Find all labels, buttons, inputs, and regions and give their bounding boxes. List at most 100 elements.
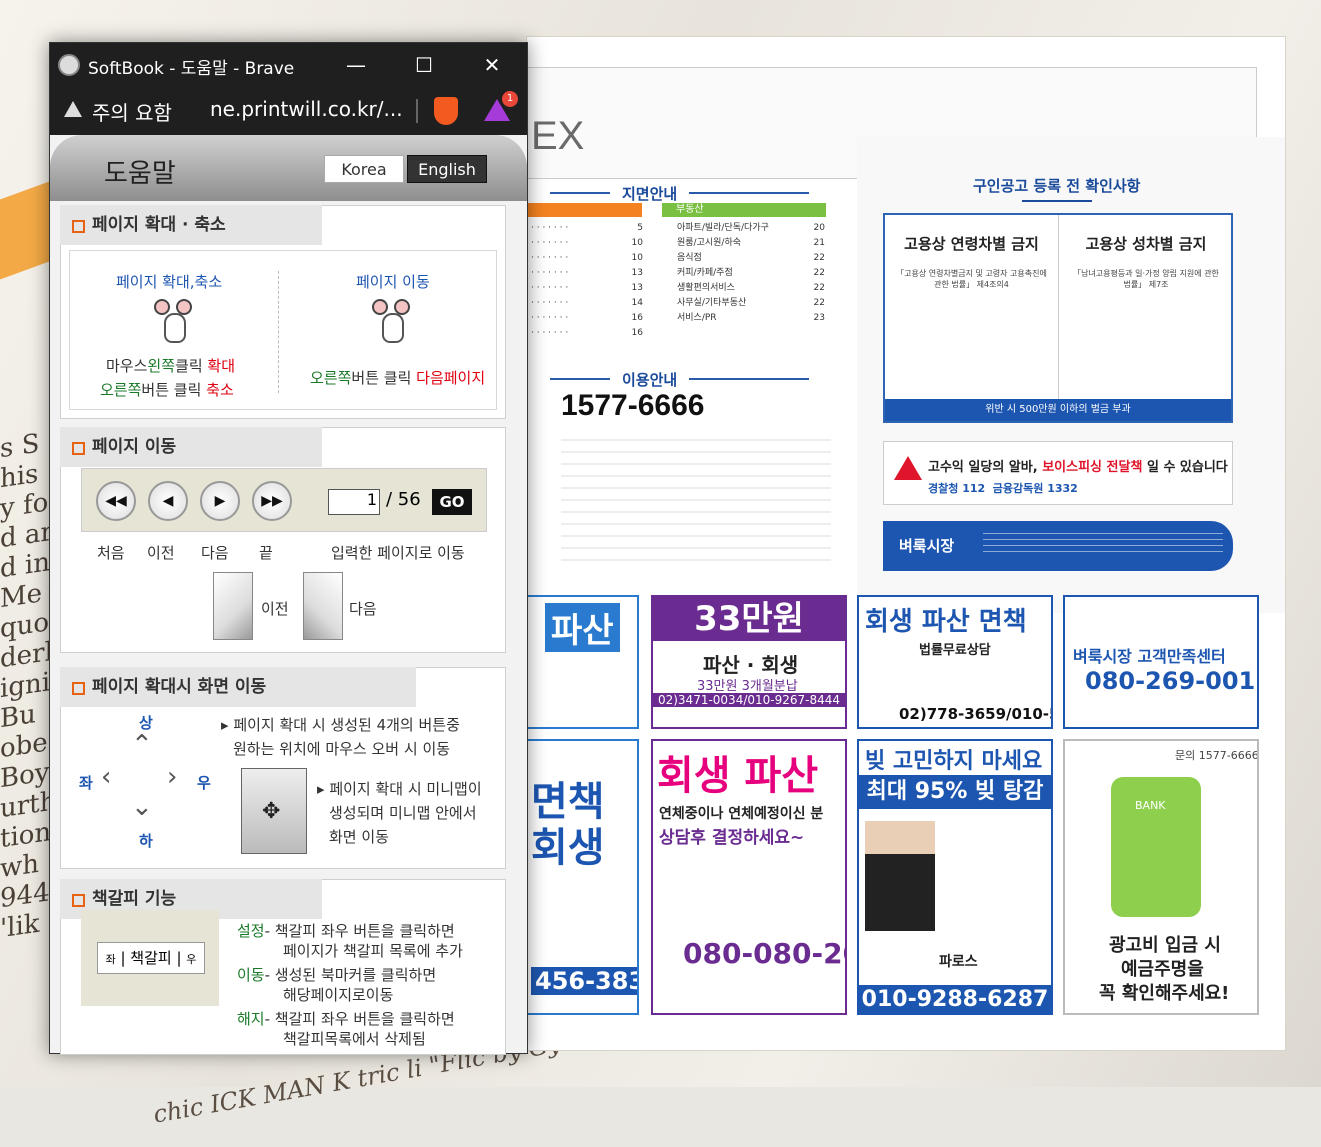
index-right-list: 아파트/빌라/단독/다가구20원룸/고시원/하숙21음식점22커피/카페/주점2… [677, 221, 825, 326]
first-page-button[interactable]: ◀◀ [96, 481, 136, 521]
window-title: SoftBook - 도움말 - Brave [88, 54, 294, 79]
address-bar[interactable]: 주의 요함 ne.printwill.co.kr/... 1 [50, 87, 527, 135]
page-nav-bar: ◀◀ ◀ ▶ ▶▶ 1 / 56 GO [81, 468, 487, 532]
pan-desc2-line3: 화면 이동 [329, 826, 389, 847]
url-text[interactable]: ne.printwill.co.kr/... [210, 97, 403, 121]
window-titlebar[interactable]: SoftBook - 도움말 - Brave — ☐ ✕ [50, 43, 527, 87]
notice-column: 구인공고 등록 전 확인사항 고용상 연령차별 금지 「고용상 연령차별금지 및… [857, 137, 1286, 613]
pan-down-icon: ⌄ [131, 792, 153, 822]
maximize-button[interactable]: ☐ [400, 49, 448, 81]
bookmark-move-line1: 이동- 생성된 북마커를 클릭하면 [237, 964, 436, 985]
zoom-left-line2: 오른쪽버튼 클릭 축소 [100, 379, 234, 400]
ad5-title-b: 회생 [531, 815, 605, 873]
ad8-line2: 예금주명을 [1121, 955, 1204, 981]
last-page-button[interactable]: ▶▶ [252, 481, 292, 521]
brave-shields-icon[interactable] [434, 97, 458, 125]
help-title: 도움말 [104, 153, 176, 190]
market-banner-text [983, 533, 1223, 557]
warning-icon [894, 456, 922, 480]
globe-icon [58, 54, 80, 76]
bookmark-button[interactable]: 좌 | 책갈피 | 우 [97, 942, 205, 974]
ad-rehab-bankrupt: 회생 파산 연체중이나 연체예정이신 분 상담후 결정하세요~ 080-080-… [651, 739, 847, 1015]
page-number-input[interactable]: 1 [328, 489, 380, 515]
index-left-row: · · · · · · ·13 [531, 266, 643, 281]
index-heading: 지면안내 [622, 183, 677, 204]
fine-banner: 위반 시 500만원 이하의 벌금 부과 [885, 399, 1231, 421]
ad8-contact: 문의 1577-6666 [1175, 747, 1259, 763]
phone-illustration [1111, 777, 1201, 917]
notice-title: 구인공고 등록 전 확인사항 [973, 175, 1140, 202]
index-right-row: 사무실/기타부동산22 [677, 296, 825, 311]
ad2-mid: 파산 · 회생 [703, 649, 798, 678]
zoom-divider [278, 271, 279, 393]
close-button[interactable]: ✕ [468, 49, 516, 81]
pan-desc1-line1: ▸ 페이지 확대 시 생성된 4개의 버튼중 [221, 714, 460, 735]
ad5-phone: 456-3831 [531, 967, 639, 995]
prev-page-button[interactable]: ◀ [148, 481, 188, 521]
bookmark-del-line2: 책갈피목록에서 삭제됨 [283, 1028, 426, 1049]
index-right-row: 아파트/빌라/단독/다가구20 [677, 221, 825, 236]
go-button[interactable]: GO [432, 489, 472, 515]
gender-title: 고용상 성차별 금지 [1069, 233, 1223, 254]
page-total: / 56 [386, 489, 421, 510]
mouse-zoom-icon [154, 299, 194, 347]
ad-deposit-notice: 문의 1577-6666 BANK 광고비 입금 시 예금주명을 꼭 확인해주세… [1063, 739, 1259, 1015]
index-right-row: 서비스/PR23 [677, 311, 825, 326]
age-title: 고용상 연령차별 금지 [895, 233, 1048, 254]
index-right-row: 생활편의서비스22 [677, 281, 825, 296]
zoom-left-line1: 마우스왼쪽클릭 확대 [106, 355, 235, 376]
help-window: SoftBook - 도움말 - Brave — ☐ ✕ 주의 요함 ne.pr… [49, 42, 528, 1054]
zoom-right-line: 오른쪽버튼 클릭 다음페이지 [310, 367, 485, 388]
security-label[interactable]: 주의 요함 [92, 97, 172, 126]
ad-33man: 33만원 파산 · 회생 33만원 3개월분납 02)3471-0034/010… [651, 595, 847, 729]
minimize-button[interactable]: — [332, 49, 380, 81]
index-left-row: · · · · · · ·10 [531, 236, 643, 251]
curl-next-label: 다음 [349, 598, 377, 619]
label-next: 다음 [201, 542, 229, 563]
index-right-row: 커피/카페/주점22 [677, 266, 825, 281]
index-left-row: · · · · · · ·14 [531, 296, 643, 311]
ad7-title: 빚 고민하지 마세요 [865, 743, 1042, 775]
ad3-sub: 법률무료상담 [919, 639, 991, 658]
pan-left-icon: ‹ [101, 762, 111, 792]
bookmark-set-line1: 설정- 책갈피 좌우 버튼을 클릭하면 [237, 920, 455, 941]
ad6-phone: 080-080-2050 [683, 937, 847, 970]
pan-up-icon: ⌃ [131, 730, 153, 760]
zoom-left-title: 페이지 확대,축소 [116, 271, 222, 292]
pan-right-icon: › [167, 762, 177, 792]
index-left-row: · · · · · · ·16 [531, 311, 643, 326]
next-page-button[interactable]: ▶ [200, 481, 240, 521]
ad-customer-center: 벼룩시장 고객만족센터 080-269-0011 [1063, 595, 1259, 729]
page-curl-next-icon [303, 572, 343, 640]
mouse-next-icon [372, 299, 412, 347]
ad1-title: 파산 [545, 603, 620, 652]
ad-bankruptcy-2: 면책 회생 456-3831 [526, 739, 639, 1015]
lang-english-button[interactable]: English [407, 155, 487, 183]
ad3-phone: 02)778-3659/010-5278-1339 [899, 705, 1053, 723]
zoom-right-title: 페이지 이동 [356, 271, 430, 292]
usage-details [561, 429, 831, 569]
age-text: 「고용상 연령차별금지 및 고령자 고용촉진에 관한 법률」 제4조의4 [895, 268, 1048, 290]
ad4-title: 벼룩시장 고객만족센터 [1073, 643, 1226, 667]
warning-icon[interactable] [64, 101, 82, 117]
ad7-mid: 최대 95% 빚 탕감 [859, 775, 1051, 809]
ad2-sub: 33만원 3개월분납 [697, 675, 798, 694]
rewards-badge: 1 [502, 91, 518, 107]
ad8-line1: 광고비 입금 시 [1109, 931, 1221, 957]
bookmark-section: 책갈피 기능 좌 | 책갈피 | 우 설정- 책갈피 좌우 버튼을 클릭하면 페… [60, 879, 506, 1055]
index-left-row: · · · · · · ·16 [531, 326, 643, 341]
pan-heading: 페이지 확대시 화면 이동 [60, 667, 416, 707]
index-right-row: 음식점22 [677, 251, 825, 266]
page-move-heading: 페이지 이동 [60, 427, 322, 467]
lang-korea-button[interactable]: Korea [324, 155, 404, 183]
ad6-line1: 연체중이나 연체예정이신 분 [659, 803, 823, 823]
ad-debt-relief: 빚 고민하지 마세요 최대 95% 빚 탕감 파로스 010-9288-6287 [857, 739, 1053, 1015]
bookmark-set-line2: 페이지가 책갈피 목록에 추가 [283, 940, 463, 961]
ad-rehab: 회생 파산 면책 법률무료상담 02)778-3659/010-5278-133… [857, 595, 1053, 729]
newspaper-page: EX 지면안내 부동산 · · · · · · ·5· · · · · · ·1… [526, 36, 1286, 1051]
ad3-title: 회생 파산 면책 [865, 601, 1027, 638]
ad6-title: 회생 파산 [657, 743, 818, 801]
category-bar-orange [527, 203, 642, 217]
zoom-panel: 페이지 확대,축소 마우스왼쪽클릭 확대 오른쪽버튼 클릭 축소 페이지 이동 … [69, 250, 497, 410]
label-first: 처음 [97, 542, 125, 563]
